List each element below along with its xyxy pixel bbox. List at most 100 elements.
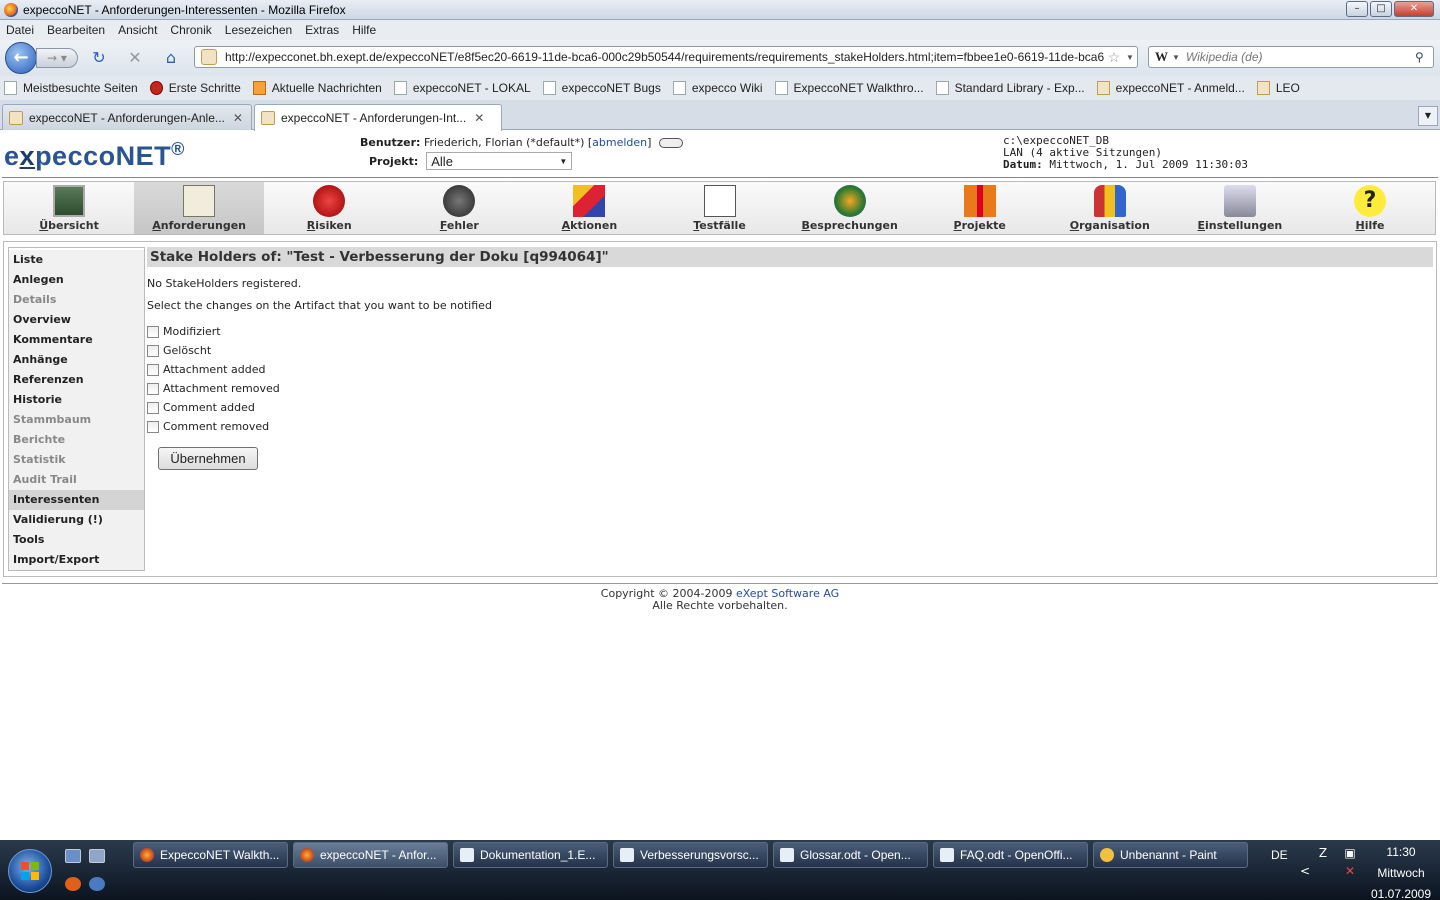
document-icon xyxy=(780,848,794,862)
checkbox[interactable] xyxy=(147,401,159,414)
sidebar-item-anlegen[interactable]: Anlegen xyxy=(9,270,144,290)
start-button[interactable] xyxy=(8,849,52,893)
project-select[interactable]: Alle ▼ xyxy=(426,152,573,170)
firefox-icon xyxy=(4,2,18,17)
submit-button[interactable]: Übernehmen xyxy=(158,447,258,470)
bookmark-item[interactable]: expeccoNET - LOKAL xyxy=(393,81,531,95)
bookmark-item[interactable]: expeccoNET - Anmeld... xyxy=(1096,81,1245,95)
show-hidden-icons-icon[interactable]: < xyxy=(1298,864,1312,878)
menu-lesezeichen[interactable]: Lesezeichen xyxy=(225,23,292,37)
volume-muted-icon[interactable]: ✕ xyxy=(1343,864,1357,878)
taskbar-clock[interactable]: 11:30 Mittwoch 01.07.2009 xyxy=(1366,842,1436,900)
checkbox[interactable] xyxy=(147,325,159,338)
show-desktop-icon[interactable] xyxy=(65,849,81,863)
search-engine-dropdown-icon[interactable]: ▼ xyxy=(1172,53,1180,62)
notify-checkbox-row[interactable]: Modifiziert xyxy=(147,325,221,338)
tab-anforderungen-interessenten[interactable]: expeccoNET - Anforderungen-Int... ✕ xyxy=(254,104,502,131)
menu-chronik[interactable]: Chronik xyxy=(170,23,211,37)
url-bar[interactable]: http://expecconet.bh.exept.de/expeccoNET… xyxy=(194,46,1138,68)
menu-extras[interactable]: Extras xyxy=(305,23,339,37)
home-icon[interactable]: ⌂ xyxy=(160,48,182,68)
reload-icon[interactable]: ↻ xyxy=(88,48,110,68)
taskbar-task[interactable]: Unbenannt - Paint xyxy=(1093,842,1248,868)
language-indicator[interactable]: DE xyxy=(1271,848,1288,862)
notify-checkbox-row[interactable]: Comment removed xyxy=(147,420,269,433)
bookmark-item[interactable]: expecco Wiki xyxy=(672,81,763,95)
sidebar-item-referenzen[interactable]: Referenzen xyxy=(9,370,144,390)
logout-icon[interactable] xyxy=(658,138,683,148)
close-tab-icon[interactable]: ✕ xyxy=(474,111,484,125)
sidebar-item-anhänge[interactable]: Anhänge xyxy=(9,350,144,370)
notify-checkbox-row[interactable]: Attachment removed xyxy=(147,382,280,395)
menu-ansicht[interactable]: Ansicht xyxy=(118,23,157,37)
menu-bearbeiten[interactable]: Bearbeiten xyxy=(47,23,105,37)
zone-alarm-icon[interactable]: Z xyxy=(1316,846,1330,860)
checkbox[interactable] xyxy=(147,344,159,357)
url-history-dropdown-icon[interactable]: ▼ xyxy=(1123,53,1137,62)
menu-hilfe[interactable]: Hilfe xyxy=(352,23,376,37)
sidebar-item-liste[interactable]: Liste xyxy=(9,250,144,270)
bookmark-item[interactable]: Erste Schritte xyxy=(149,81,241,95)
search-icon[interactable]: ⚲ xyxy=(1415,50,1433,64)
module-blocks[interactable]: Aktionen xyxy=(524,182,654,234)
sidebar-item-kommentare[interactable]: Kommentare xyxy=(9,330,144,350)
bookmark-label: Meistbesuchte Seiten xyxy=(23,81,138,95)
maximize-button[interactable]: □ xyxy=(1370,1,1392,17)
search-bar[interactable]: W ▼ ⚲ xyxy=(1148,46,1434,68)
back-button[interactable]: ← xyxy=(5,42,37,74)
bookmark-item[interactable]: expeccoNET Bugs xyxy=(542,81,661,95)
close-tab-icon[interactable]: ✕ xyxy=(233,111,243,125)
module-meeting[interactable]: Besprechungen xyxy=(785,182,915,234)
expecco-icon xyxy=(1096,81,1110,95)
taskbar-task[interactable]: expeccoNET - Anfor... xyxy=(293,842,448,868)
checkbox[interactable] xyxy=(147,382,159,395)
checkbox[interactable] xyxy=(147,420,159,433)
bookmark-star-icon[interactable]: ☆ xyxy=(1105,49,1123,66)
module-people[interactable]: Organisation xyxy=(1045,182,1175,234)
sidebar-item-tools[interactable]: Tools xyxy=(9,530,144,550)
network-icon[interactable]: ▣ xyxy=(1343,846,1357,860)
module-settings[interactable]: Einstellungen xyxy=(1175,182,1305,234)
menu-datei[interactable]: Datei xyxy=(6,23,34,37)
forward-button[interactable]: → ▾ xyxy=(36,48,78,68)
module-chart[interactable]: Übersicht xyxy=(4,182,134,234)
bookmark-item[interactable]: Standard Library - Exp... xyxy=(935,81,1085,95)
sidebar-item-validierung[interactable]: Validierung (!) xyxy=(9,510,144,530)
module-gift[interactable]: Projekte xyxy=(915,182,1045,234)
switch-windows-icon[interactable] xyxy=(89,849,105,863)
search-input[interactable] xyxy=(1185,50,1415,64)
firefox-quicklaunch-icon[interactable] xyxy=(65,877,81,891)
module-alarm[interactable]: Risiken xyxy=(264,182,394,234)
minimize-button[interactable]: – xyxy=(1346,1,1368,17)
bookmark-item[interactable]: Meistbesuchte Seiten xyxy=(4,81,138,95)
module-bug[interactable]: Fehler xyxy=(394,182,524,234)
taskbar-task[interactable]: ExpeccoNET Walkth... xyxy=(133,842,288,868)
logout-link[interactable]: abmelden xyxy=(592,136,647,149)
bookmark-item[interactable]: LEO xyxy=(1256,81,1300,95)
stop-icon[interactable]: ✕ xyxy=(124,48,146,68)
bookmark-item[interactable]: Aktuelle Nachrichten xyxy=(252,81,382,95)
module-testcase[interactable]: Testfälle xyxy=(654,182,784,234)
notify-checkbox-row[interactable]: Gelöscht xyxy=(147,344,211,357)
taskbar-task[interactable]: Verbesserungsvorsc... xyxy=(613,842,768,868)
sidebar-item-historie[interactable]: Historie xyxy=(9,390,144,410)
sidebar-item-import-export[interactable]: Import/Export xyxy=(9,550,144,570)
module-clipboard[interactable]: Anforderungen xyxy=(134,182,265,234)
sidebar-item-interessenten[interactable]: Interessenten xyxy=(9,490,144,510)
sidebar-item-overview[interactable]: Overview xyxy=(9,310,144,330)
close-window-button[interactable]: ✕ xyxy=(1394,1,1434,17)
tab-anforderungen-anlegen[interactable]: expeccoNET - Anforderungen-Anle... ✕ xyxy=(2,104,252,130)
notify-checkbox-row[interactable]: Comment added xyxy=(147,401,255,414)
search-engine-icon[interactable]: W xyxy=(1155,49,1168,65)
module-help[interactable]: ? Hilfe xyxy=(1305,182,1435,234)
thunderbird-quicklaunch-icon[interactable] xyxy=(89,877,105,891)
taskbar-task[interactable]: Dokumentation_1.E... xyxy=(453,842,608,868)
bookmark-item[interactable]: ExpeccoNET Walkthro... xyxy=(774,81,924,95)
taskbar-task[interactable]: Glossar.odt - Open... xyxy=(773,842,928,868)
list-all-tabs-button[interactable]: ▼ xyxy=(1418,106,1438,126)
checkbox-label: Comment added xyxy=(163,401,255,414)
checkbox[interactable] xyxy=(147,363,159,376)
url-text[interactable]: http://expecconet.bh.exept.de/expeccoNET… xyxy=(225,50,1105,64)
notify-checkbox-row[interactable]: Attachment added xyxy=(147,363,265,376)
taskbar-task[interactable]: FAQ.odt - OpenOffi... xyxy=(933,842,1088,868)
